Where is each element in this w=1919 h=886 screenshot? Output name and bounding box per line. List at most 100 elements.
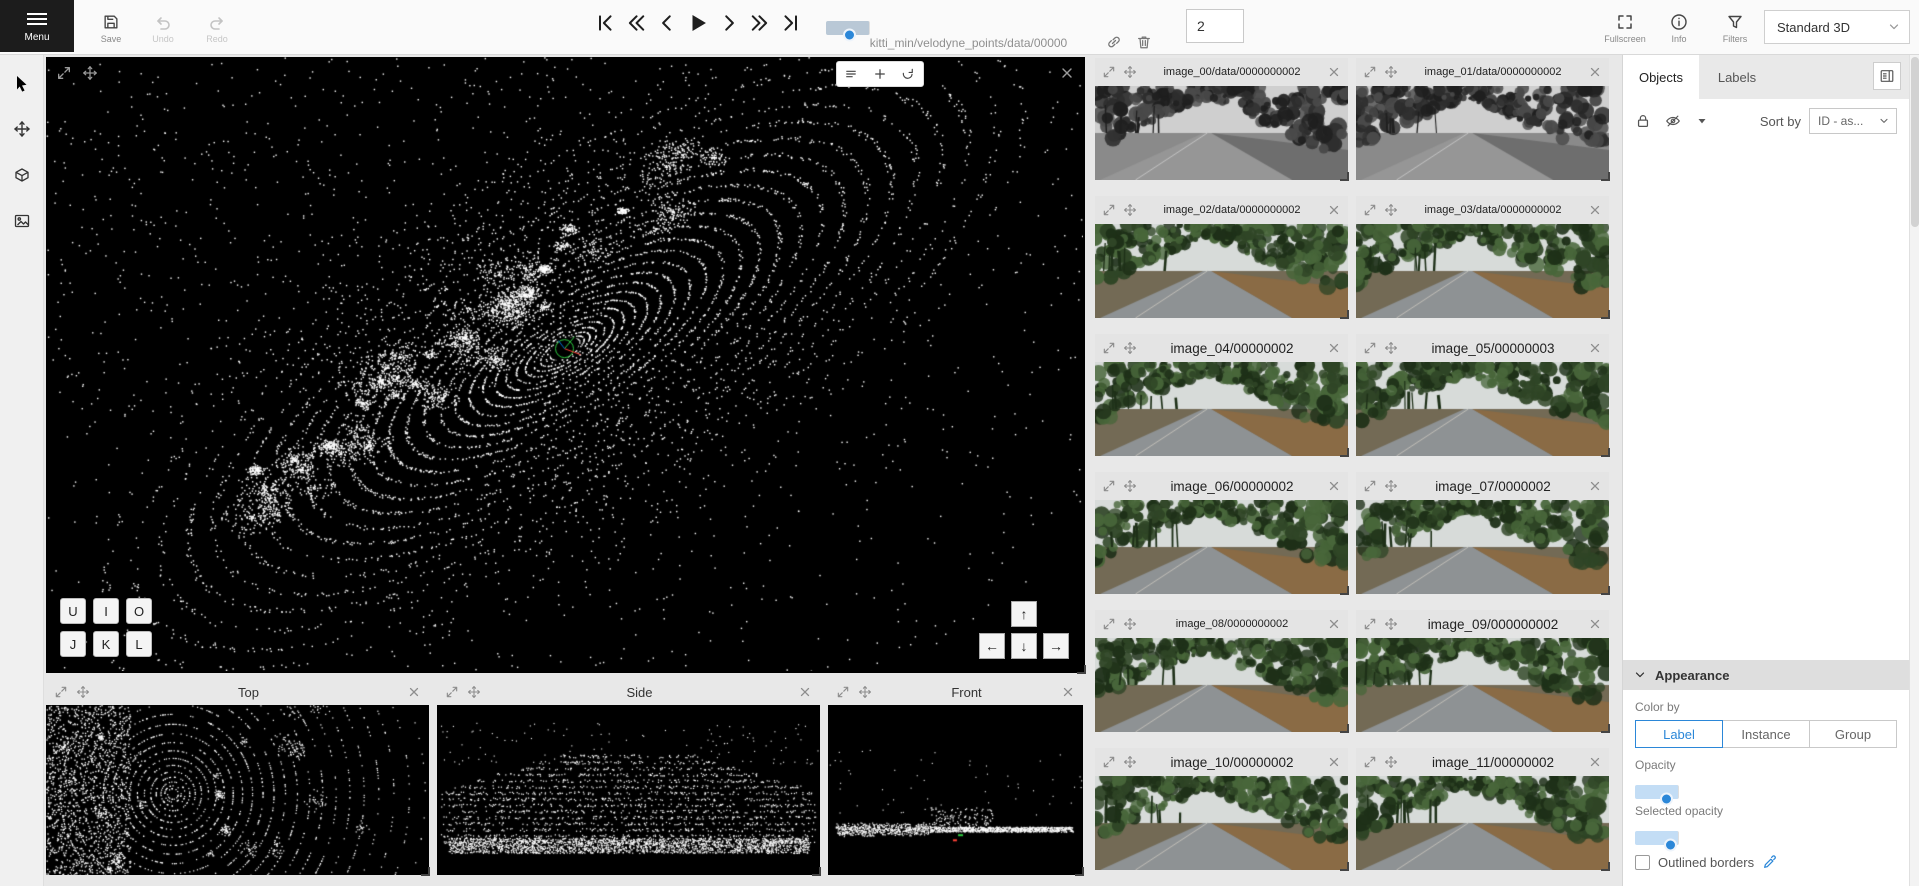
add-icon[interactable] [873,67,887,81]
key-i-button[interactable]: I [93,598,119,624]
expand-icon[interactable] [1363,479,1377,493]
expand-icon[interactable] [1363,341,1377,355]
resize-handle[interactable] [1601,448,1610,457]
rewind-button[interactable] [623,10,649,36]
close-icon[interactable] [407,685,421,699]
close-icon[interactable] [1588,341,1602,355]
resize-handle[interactable] [1601,586,1610,595]
expand-icon[interactable] [1102,203,1116,217]
close-icon[interactable] [1588,617,1602,631]
resize-handle[interactable] [1601,310,1610,319]
skip-last-button[interactable] [778,10,804,36]
close-icon[interactable] [1588,755,1602,769]
resize-handle[interactable] [812,867,821,876]
camera-image[interactable] [1095,638,1348,732]
play-button[interactable] [685,10,711,36]
key-o-button[interactable]: O [126,598,152,624]
close-icon[interactable] [1588,479,1602,493]
tab-objects[interactable]: Objects [1623,55,1699,99]
close-icon[interactable] [798,685,812,699]
key-u-button[interactable]: U [60,598,86,624]
resize-handle[interactable] [1340,586,1349,595]
selected-opacity-slider[interactable] [1635,824,1897,840]
pan-icon[interactable] [82,65,98,81]
close-icon[interactable] [1327,755,1341,769]
resize-handle[interactable] [1340,724,1349,733]
pan-icon[interactable] [1123,617,1137,631]
camera-image[interactable] [1095,362,1348,456]
tab-labels[interactable]: Labels [1699,55,1775,99]
color-by-instance-option[interactable]: Instance [1722,720,1810,748]
link-button[interactable] [1103,32,1125,52]
sort-select[interactable]: ID - as... [1809,108,1897,134]
resize-handle[interactable] [1340,448,1349,457]
info-button[interactable]: Info [1656,7,1702,49]
camera-image[interactable] [1095,776,1348,870]
key-l-button[interactable]: L [126,631,152,657]
expand-icon[interactable] [1102,479,1116,493]
objects-list[interactable] [1623,143,1909,660]
image-tool-button[interactable] [8,207,36,235]
undo-button[interactable]: Undo [140,7,186,49]
selected-opacity-slider-handle[interactable] [1664,839,1677,852]
move-tool-button[interactable] [8,115,36,143]
camera-image[interactable] [1095,86,1348,180]
camera-image[interactable] [1356,500,1609,594]
close-icon[interactable] [1327,479,1341,493]
nav-down-button[interactable]: ↓ [1011,633,1037,659]
camera-image[interactable] [1356,224,1609,318]
expand-icon[interactable] [445,685,459,699]
reset-rotate-icon[interactable] [901,67,915,81]
expand-icon[interactable] [56,65,72,81]
viewport-3d[interactable]: U I O J K L ↑ ← ↓ → [46,57,1085,673]
resize-handle[interactable] [1340,172,1349,181]
nav-left-button[interactable]: ← [979,633,1005,659]
side-view-canvas[interactable] [437,705,820,875]
frame-number-input[interactable] [1186,9,1244,43]
panel-scrollbar[interactable] [1909,55,1919,886]
delete-button[interactable] [1133,32,1155,52]
pan-icon[interactable] [1123,755,1137,769]
close-icon[interactable] [1327,341,1341,355]
menu-button[interactable]: Menu [0,0,74,52]
camera-image[interactable] [1356,638,1609,732]
expand-icon[interactable] [1363,755,1377,769]
resize-handle[interactable] [1601,862,1610,871]
close-icon[interactable] [1327,203,1341,217]
pan-icon[interactable] [1123,341,1137,355]
resize-handle[interactable] [1075,867,1084,876]
resize-handle[interactable] [1601,172,1610,181]
expand-icon[interactable] [836,685,850,699]
key-j-button[interactable]: J [60,631,86,657]
scrollbar-thumb[interactable] [1911,57,1919,227]
front-view-canvas[interactable] [828,705,1083,875]
resize-handle[interactable] [1077,665,1086,674]
frame-slider[interactable] [826,14,1175,30]
expand-icon[interactable] [54,685,68,699]
pan-icon[interactable] [1384,65,1398,79]
key-k-button[interactable]: K [93,631,119,657]
pan-icon[interactable] [1123,479,1137,493]
top-view-canvas[interactable] [46,705,429,875]
outlined-borders-checkbox[interactable] [1635,855,1650,870]
expand-icon[interactable] [1363,65,1377,79]
eyedropper-button[interactable] [1762,854,1778,870]
resize-handle[interactable] [1601,724,1610,733]
resize-handle[interactable] [1340,310,1349,319]
next-frame-button[interactable] [716,10,742,36]
camera-image[interactable] [1095,224,1348,318]
lock-button[interactable] [1635,113,1651,129]
list-icon[interactable] [844,67,858,81]
expand-icon[interactable] [1102,65,1116,79]
redo-button[interactable]: Redo [194,7,240,49]
resize-handle[interactable] [1340,862,1349,871]
nav-up-button[interactable]: ↑ [1011,601,1037,627]
close-icon[interactable] [1588,65,1602,79]
skip-first-button[interactable] [592,10,618,36]
view-mode-select[interactable]: Standard 3D [1764,10,1910,44]
expand-icon[interactable] [1102,341,1116,355]
pan-icon[interactable] [1384,341,1398,355]
opacity-slider-handle[interactable] [1660,793,1673,806]
pan-icon[interactable] [467,685,481,699]
close-icon[interactable] [1588,203,1602,217]
